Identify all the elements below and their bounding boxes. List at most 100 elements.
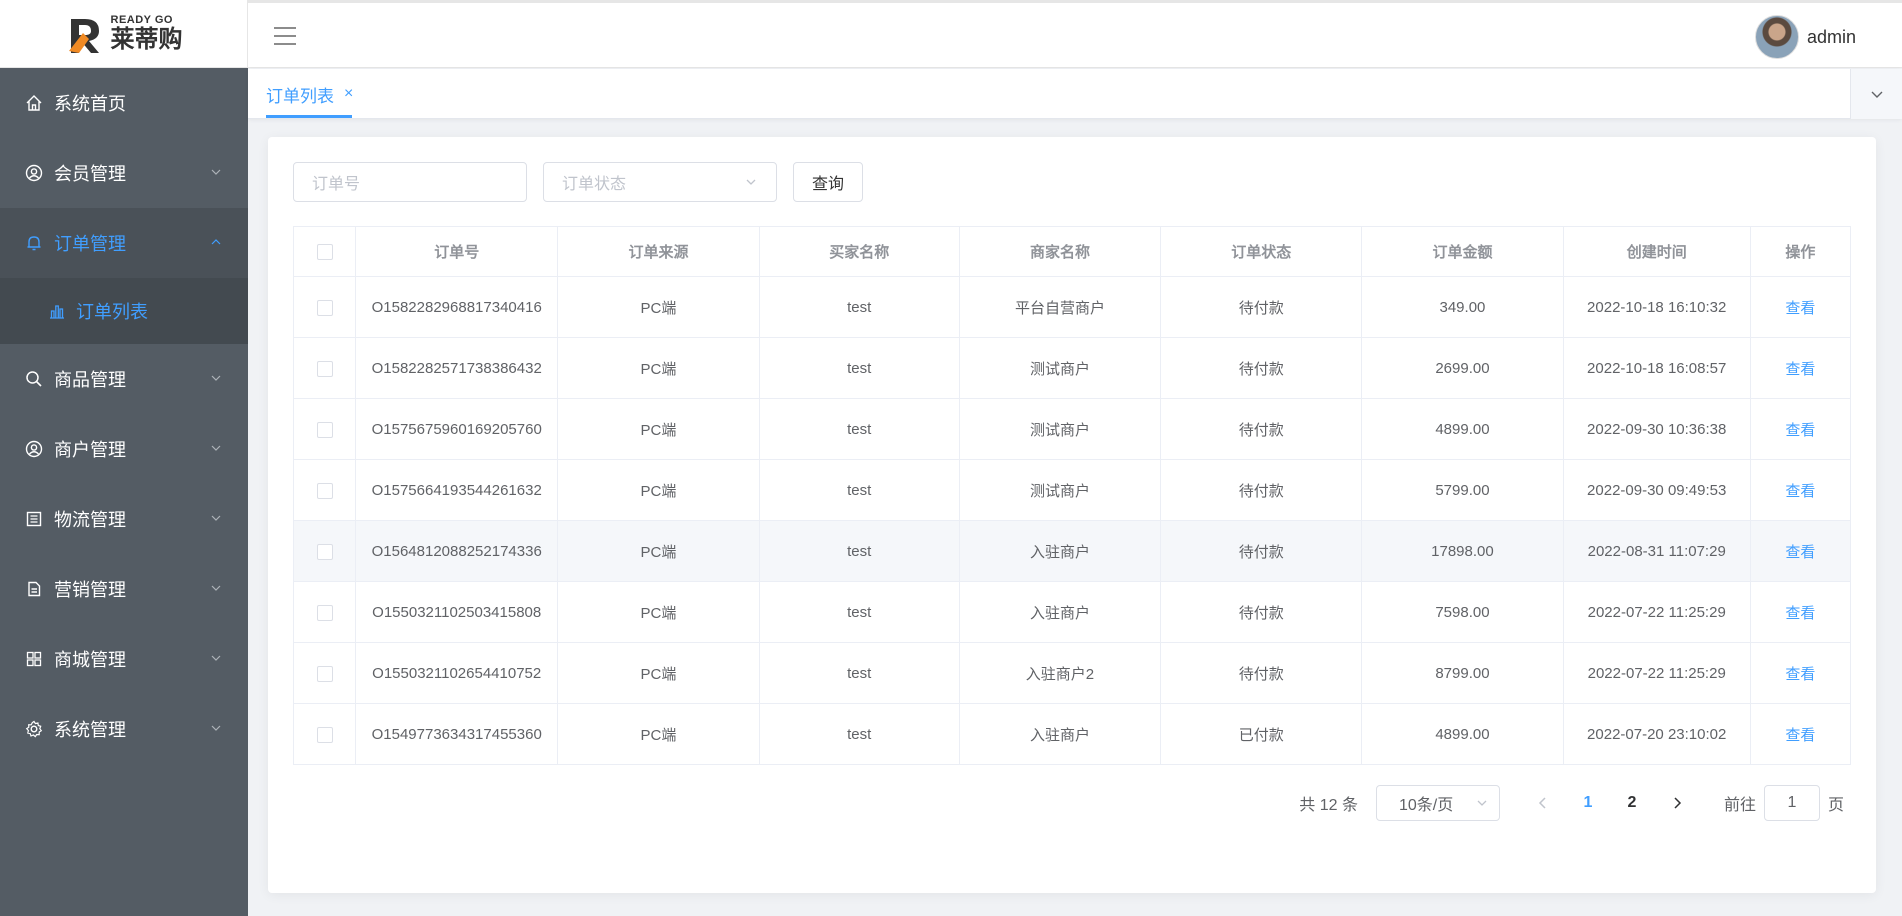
order-no-cell: O1564812088252174336 [355, 520, 559, 582]
avatar[interactable] [1754, 15, 1799, 59]
action-cell: 查看 [1749, 703, 1852, 765]
menu-item-label: 商品管理 [54, 370, 126, 390]
order-status-select[interactable]: 订单状态 [543, 162, 777, 202]
row-checkbox[interactable] [316, 421, 333, 438]
view-link[interactable]: 查看 [1785, 727, 1815, 744]
buyer-cell: test [758, 581, 960, 643]
table-row[interactable]: O1550321102654410752 PC端 test 入驻商户2 待付款 … [292, 642, 1852, 704]
row-checkbox[interactable] [316, 482, 333, 499]
source-cell: PC端 [557, 703, 760, 765]
grid-icon [24, 649, 44, 669]
menu-item-label: 商城管理 [54, 650, 126, 670]
row-checkbox-cell [292, 520, 357, 582]
tabs-dropdown-button[interactable] [1850, 69, 1902, 119]
menu-item-marketing[interactable]: 营销管理 [0, 554, 248, 624]
table-row[interactable]: O1549773634317455360 PC端 test 入驻商户 已付款 4… [292, 703, 1852, 765]
menu-item-products[interactable]: 商品管理 [0, 344, 248, 414]
action-cell: 查看 [1749, 520, 1852, 582]
created-cell: 2022-09-30 10:36:38 [1562, 398, 1751, 460]
logo: READY GO 莱蒂购 [0, 0, 248, 68]
row-checkbox[interactable] [316, 299, 333, 316]
status-cell: 待付款 [1160, 520, 1363, 582]
row-checkbox-cell [292, 276, 357, 338]
order-no-cell: O1582282571738386432 [355, 337, 559, 399]
view-link[interactable]: 查看 [1785, 361, 1815, 378]
row-checkbox[interactable] [316, 726, 333, 743]
status-cell: 待付款 [1160, 459, 1363, 521]
menu-toggle-icon[interactable] [274, 27, 296, 45]
amount-cell: 5799.00 [1361, 459, 1564, 521]
menu-item-merchants[interactable]: 商户管理 [0, 414, 248, 484]
source-cell: PC端 [557, 642, 760, 704]
content-card: 订单号 订单状态 查询 订单号 订单来源 买家名称 商家名称 订单状态 订单金额… [268, 137, 1876, 893]
view-link[interactable]: 查看 [1785, 666, 1815, 683]
next-page-button[interactable] [1659, 785, 1695, 821]
home-icon [24, 93, 44, 113]
merchant-cell: 平台自营商户 [958, 276, 1162, 338]
chevron-down-icon [1477, 800, 1487, 806]
chevron-right-icon [1674, 797, 1682, 809]
row-checkbox-cell [292, 459, 357, 521]
select-all-checkbox[interactable] [316, 244, 333, 261]
logo-en-text: READY GO [110, 13, 173, 26]
close-icon[interactable]: × [344, 85, 353, 103]
table-row[interactable]: O1550321102503415808 PC端 test 入驻商户 待付款 7… [292, 581, 1852, 643]
order-no-cell: O1582282968817340416 [355, 276, 559, 338]
status-cell: 待付款 [1160, 398, 1363, 460]
menu-item-system[interactable]: 系统管理 [0, 694, 248, 764]
bell-icon [24, 233, 44, 253]
menu-item-orders[interactable]: 订单管理 [0, 208, 248, 278]
table-row[interactable]: O1575664193544261632 PC端 test 测试商户 待付款 5… [292, 459, 1852, 521]
goto-page: 前往 1 页 [1724, 785, 1844, 821]
tab-order-list[interactable]: 订单列表 × [266, 69, 353, 119]
action-cell: 查看 [1749, 459, 1852, 521]
column-header: 订单来源 [557, 226, 760, 277]
view-link[interactable]: 查看 [1785, 300, 1815, 317]
table-row[interactable]: O1564812088252174336 PC端 test 入驻商户 待付款 1… [292, 520, 1852, 582]
menu-item-home[interactable]: 系统首页 [0, 68, 248, 138]
row-checkbox[interactable] [316, 665, 333, 682]
chevron-down-icon [211, 725, 221, 731]
buyer-cell: test [758, 398, 960, 460]
menu-item-members[interactable]: 会员管理 [0, 138, 248, 208]
source-cell: PC端 [557, 459, 760, 521]
page-number[interactable]: 1 [1570, 785, 1606, 821]
amount-cell: 349.00 [1361, 276, 1564, 338]
table-header-row: 订单号 订单来源 买家名称 商家名称 订单状态 订单金额 创建时间 操作 [292, 226, 1852, 277]
logo-cn-text: 莱蒂购 [110, 25, 183, 53]
row-checkbox-cell [292, 398, 357, 460]
status-cell: 待付款 [1160, 642, 1363, 704]
prev-page-button[interactable] [1525, 785, 1561, 821]
chevron-down-icon [211, 445, 221, 451]
row-checkbox[interactable] [316, 604, 333, 621]
submenu-item-label: 订单列表 [76, 302, 148, 322]
menu-item-logistics[interactable]: 物流管理 [0, 484, 248, 554]
view-link[interactable]: 查看 [1785, 422, 1815, 439]
logo-mark-icon [68, 18, 99, 53]
user-circle-icon [24, 163, 44, 183]
submenu-item-order-list[interactable]: 订单列表 [0, 278, 248, 344]
page-number[interactable]: 2 [1614, 785, 1650, 821]
user-menu[interactable]: admin [1754, 15, 1856, 59]
order-no-cell: O1575675960169205760 [355, 398, 559, 460]
view-link[interactable]: 查看 [1785, 544, 1815, 561]
chevron-up-icon [211, 239, 221, 245]
view-link[interactable]: 查看 [1785, 605, 1815, 622]
page-size-select[interactable]: 10条/页 [1375, 785, 1500, 821]
table-row[interactable]: O1582282968817340416 PC端 test 平台自营商户 待付款… [292, 276, 1852, 338]
query-button[interactable]: 查询 [793, 162, 863, 202]
row-checkbox[interactable] [316, 360, 333, 377]
chevron-down-icon [1871, 91, 1882, 98]
menu-item-mall[interactable]: 商城管理 [0, 624, 248, 694]
table-row[interactable]: O1575675960169205760 PC端 test 测试商户 待付款 4… [292, 398, 1852, 460]
amount-cell: 8799.00 [1361, 642, 1564, 704]
merchant-cell: 测试商户 [958, 398, 1162, 460]
row-checkbox[interactable] [316, 543, 333, 560]
table-row[interactable]: O1582282571738386432 PC端 test 测试商户 待付款 2… [292, 337, 1852, 399]
goto-page-input[interactable]: 1 [1763, 785, 1820, 821]
amount-cell: 4899.00 [1361, 398, 1564, 460]
view-link[interactable]: 查看 [1785, 483, 1815, 500]
page-size-value: 10条/页 [1398, 797, 1454, 814]
order-no-input[interactable]: 订单号 [293, 162, 527, 202]
tabs-bar: 订单列表 × [248, 69, 1902, 119]
